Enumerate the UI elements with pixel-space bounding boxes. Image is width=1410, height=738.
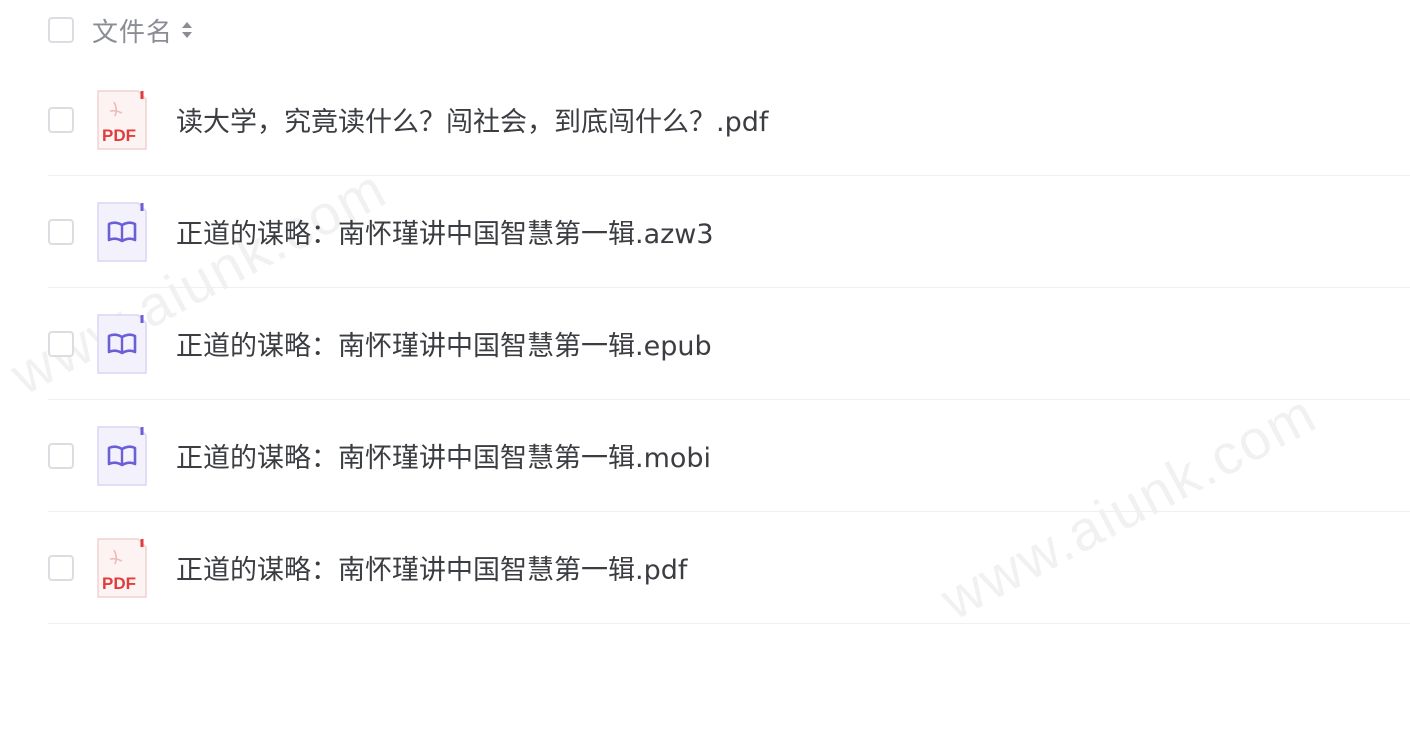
row-checkbox[interactable] (48, 554, 74, 581)
row-checkbox[interactable] (48, 330, 74, 357)
list-item[interactable]: PDF 读大学，究竟读什么？闯社会，到底闯什么？.pdf (48, 64, 1410, 176)
file-list: PDF 读大学，究竟读什么？闯社会，到底闯什么？.pdf 正道的谋略：南怀瑾讲中… (48, 64, 1410, 624)
file-name[interactable]: 读大学，究竟读什么？闯社会，到底闯什么？.pdf (176, 100, 768, 139)
ebook-icon (96, 313, 148, 375)
list-item[interactable]: PDF 正道的谋略：南怀瑾讲中国智慧第一辑.pdf (48, 512, 1410, 624)
file-name[interactable]: 正道的谋略：南怀瑾讲中国智慧第一辑.mobi (176, 436, 711, 475)
row-checkbox[interactable] (48, 218, 74, 245)
file-name[interactable]: 正道的谋略：南怀瑾讲中国智慧第一辑.epub (176, 324, 712, 363)
file-name[interactable]: 正道的谋略：南怀瑾讲中国智慧第一辑.azw3 (176, 212, 714, 251)
list-item[interactable]: 正道的谋略：南怀瑾讲中国智慧第一辑.epub (48, 288, 1410, 400)
sort-icon[interactable] (181, 19, 193, 41)
ebook-icon (96, 425, 148, 487)
select-all-checkbox[interactable] (48, 17, 74, 43)
filename-column-header[interactable]: 文件名 (92, 12, 173, 49)
list-header: 文件名 (48, 10, 193, 50)
row-checkbox[interactable] (48, 106, 74, 133)
pdf-icon: PDF (96, 89, 148, 151)
pdf-icon: PDF (96, 537, 148, 599)
file-name[interactable]: 正道的谋略：南怀瑾讲中国智慧第一辑.pdf (176, 548, 687, 587)
row-checkbox[interactable] (48, 442, 74, 469)
ebook-icon (96, 201, 148, 263)
file-list-page: www.aiunk.com www.aiunk.com 文件名 PDF 读大学，… (0, 0, 1410, 738)
pdf-icon-label: PDF (102, 126, 136, 145)
list-item[interactable]: 正道的谋略：南怀瑾讲中国智慧第一辑.mobi (48, 400, 1410, 512)
list-item[interactable]: 正道的谋略：南怀瑾讲中国智慧第一辑.azw3 (48, 176, 1410, 288)
pdf-icon-label: PDF (102, 574, 136, 593)
